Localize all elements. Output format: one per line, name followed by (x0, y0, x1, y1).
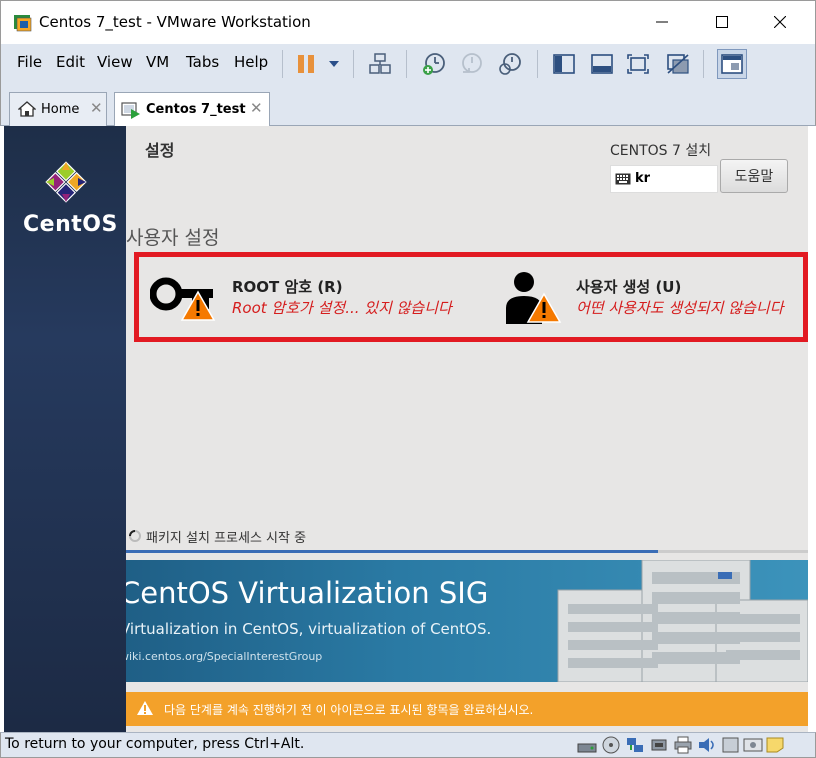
unity-button[interactable] (663, 49, 693, 79)
root-password-spoke[interactable]: ROOT 암호 (R) Root 암호가 설정... 있지 않습니다 (144, 264, 484, 328)
snapshot-revert-icon (462, 53, 482, 73)
close-tab-icon[interactable]: ✕ (90, 99, 103, 117)
banner-title: CentOS Virtualization SIG (126, 576, 489, 610)
keyboard-layout-indicator[interactable]: kr (610, 165, 718, 193)
chevron-down-icon (329, 61, 339, 67)
close-icon (774, 16, 786, 28)
root-key-warning-icon (150, 277, 216, 321)
menu-file[interactable]: File (17, 53, 42, 71)
vm-icon (121, 102, 140, 119)
send-ctrl-alt-del-button[interactable] (365, 49, 395, 79)
warning-icon (137, 701, 153, 715)
tab-centos-label: Centos 7_test (146, 102, 246, 117)
title-bar: Centos 7_test - VMware Workstation (0, 0, 816, 44)
user-warning-icon (506, 272, 562, 324)
tab-bar: Home ✕ Centos 7_test ✕ (0, 84, 816, 127)
vmware-app-icon (14, 15, 32, 32)
vm-console[interactable]: CentOS 설정 CENTOS 7 설치 kr 도움말 사용자 설정 ROOT… (4, 126, 808, 732)
snapshot-add-icon (423, 53, 445, 75)
network-adapter-icon[interactable] (625, 736, 645, 754)
minimize-icon (656, 21, 668, 23)
full-screen-button[interactable] (623, 49, 653, 79)
centos-logo-icon (45, 161, 87, 203)
maximize-icon (716, 16, 728, 28)
maximize-button[interactable] (699, 7, 745, 37)
menu-tabs[interactable]: Tabs (186, 53, 219, 71)
centos-wordmark: CentOS (23, 212, 118, 237)
revert-snapshot-button[interactable] (457, 49, 487, 79)
network-send-icon (369, 53, 391, 74)
tab-home[interactable]: Home ✕ (9, 92, 107, 126)
banner-subtitle: Virtualization in CentOS, virtualization… (126, 620, 492, 638)
cd-drive-icon[interactable] (601, 736, 621, 754)
release-banner: CentOS Virtualization SIG Virtualization… (126, 560, 808, 682)
root-password-status: Root 암호가 설정... 있지 않습니다 (232, 299, 452, 317)
window-title: Centos 7_test - VMware Workstation (39, 13, 311, 31)
tab-centos-vm[interactable]: Centos 7_test ✕ (114, 92, 270, 127)
install-title: CENTOS 7 설치 (610, 143, 712, 159)
toolbar-separator (537, 50, 538, 78)
thumbnail-bar-button[interactable] (587, 49, 617, 79)
installer-sidebar: CentOS (4, 126, 126, 732)
suspend-button[interactable] (291, 49, 321, 79)
keyboard-icon (615, 173, 631, 185)
spinner-icon (129, 530, 141, 542)
close-window-button[interactable] (757, 7, 803, 37)
library-panel-icon (553, 54, 575, 74)
page-title: 설정 (145, 141, 175, 160)
power-dropdown-button[interactable] (319, 49, 349, 79)
warning-bar: 다음 단계를 계속 진행하기 전 이 아이콘으로 표시된 항목을 완료하십시오. (126, 692, 808, 726)
message-log-icon[interactable] (765, 736, 785, 754)
menu-help[interactable]: Help (234, 53, 268, 71)
menu-toolbar: File Edit View VM Tabs Help (0, 44, 816, 84)
printer-icon[interactable] (673, 736, 693, 754)
snapshot-manager-button[interactable] (495, 49, 525, 79)
toolbar-separator (703, 50, 704, 78)
menu-vm[interactable]: VM (146, 53, 169, 71)
user-creation-status: 어떤 사용자도 생성되지 않습니다 (576, 299, 784, 317)
menu-view[interactable]: View (97, 53, 133, 71)
unity-icon (667, 54, 689, 74)
console-view-icon (721, 54, 743, 74)
home-icon (18, 101, 36, 117)
toolbar-separator (406, 50, 407, 78)
keyboard-layout-value: kr (635, 171, 651, 186)
tab-home-label: Home (41, 102, 80, 117)
close-tab-icon[interactable]: ✕ (250, 99, 263, 117)
root-password-title: ROOT 암호 (R) (232, 278, 343, 296)
help-button[interactable]: 도움말 (720, 159, 788, 193)
pause-icon (298, 55, 314, 73)
status-bar: To return to your computer, press Ctrl+A… (0, 732, 816, 758)
user-creation-title: 사용자 생성 (U) (576, 278, 682, 296)
user-creation-spoke[interactable]: 사용자 생성 (U) 어떤 사용자도 생성되지 않습니다 (498, 264, 802, 328)
sound-card-icon[interactable] (697, 736, 717, 754)
thumbnail-bar-icon (591, 54, 613, 74)
show-library-button[interactable] (549, 49, 579, 79)
banner-url: wiki.centos.org/SpecialInterestGroup (126, 650, 323, 663)
full-screen-icon (627, 54, 649, 74)
floppy-display-icon[interactable] (721, 736, 741, 754)
menu-edit[interactable]: Edit (56, 53, 85, 71)
user-settings-heading: 사용자 설정 (126, 227, 220, 249)
take-snapshot-button[interactable] (419, 49, 449, 79)
warning-message: 다음 단계를 계속 진행하기 전 이 아이콘으로 표시된 항목을 완료하십시오. (164, 703, 534, 717)
hard-disk-icon[interactable] (577, 736, 597, 754)
toolbar-separator (353, 50, 354, 78)
usb-controller-icon[interactable] (649, 736, 669, 754)
install-progress-fill (126, 550, 658, 553)
install-progress-bar (126, 550, 808, 553)
progress-label: 패키지 설치 프로세스 시작 중 (146, 531, 307, 546)
minimize-button[interactable] (639, 7, 685, 37)
console-view-button[interactable] (717, 49, 747, 79)
server-rack-image (557, 560, 808, 682)
status-text: To return to your computer, press Ctrl+A… (5, 736, 305, 752)
display-icon[interactable] (743, 736, 763, 754)
snapshot-manager-icon (499, 53, 521, 75)
toolbar-separator (282, 50, 283, 78)
